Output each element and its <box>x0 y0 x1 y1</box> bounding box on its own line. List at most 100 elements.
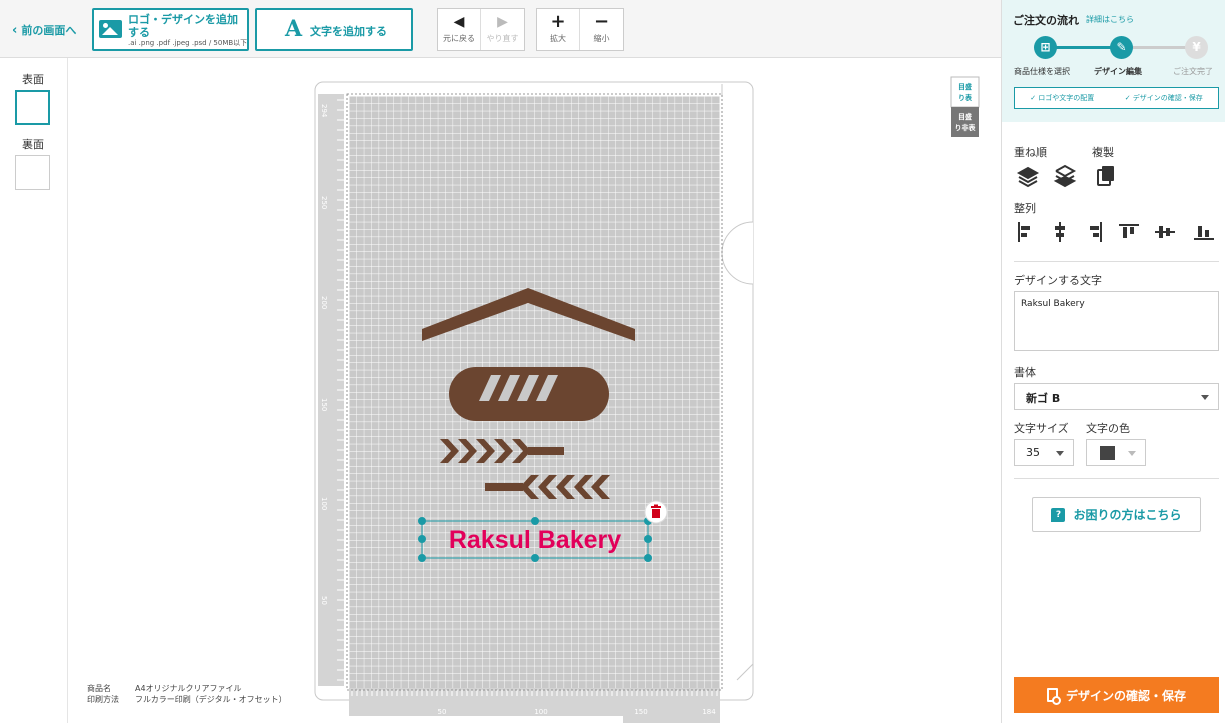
font-select-value: 新ゴ B <box>1026 392 1061 405</box>
back-side-thumbnail[interactable] <box>15 155 50 190</box>
flow-detail-link[interactable]: 詳細はこちら <box>1086 14 1134 25</box>
delete-object-button[interactable] <box>644 500 668 524</box>
guide-show-button[interactable] <box>950 76 980 108</box>
add-text-label: 文字を追加する <box>310 25 387 38</box>
align-center-icon <box>1055 222 1065 242</box>
front-side-label: 表面 <box>22 73 44 86</box>
undo-label: 元に戻る <box>443 34 475 43</box>
product-name-value: A4オリジナルクリアファイル <box>135 684 242 693</box>
divider <box>1014 261 1219 262</box>
duplicate-label: 複製 <box>1092 146 1114 159</box>
ruler-tick-label: 50 <box>438 708 447 716</box>
product-info: 商品名 A4オリジナルクリアファイル 印刷方法 フルカラー印刷（デジタル・オフセット… <box>87 683 287 705</box>
confirm-save-button[interactable]: デザインの確認・保存 <box>1014 677 1219 713</box>
guide-toggle[interactable]: 目盛 り表 目盛 り非表 <box>950 76 980 137</box>
product-name-label: 商品名 <box>87 684 111 693</box>
print-method-value: フルカラー印刷（デジタル・オフセット） <box>135 695 287 704</box>
back-label: 前の画面へ <box>21 24 77 37</box>
guide-hide-button[interactable] <box>951 107 979 137</box>
ruler-tick-label: 200 <box>320 296 328 309</box>
duplicate-button[interactable] <box>1094 164 1118 188</box>
image-icon <box>99 20 122 38</box>
redo-label: やり直す <box>486 34 519 43</box>
add-text-button[interactable]: A 文字を追加する <box>255 8 413 51</box>
design-canvas-area: 294 250 200 150 100 50 50 100 150 184 Ra… <box>69 58 1001 723</box>
font-label: 書体 <box>1014 366 1036 379</box>
help-button-label: お困りの方はこちら <box>1073 508 1182 522</box>
zoom-in-button[interactable]: + 拡大 <box>537 9 580 50</box>
zoom-out-label: 縮小 <box>593 34 610 43</box>
undo-button[interactable]: ◀ 元に戻る <box>438 9 481 50</box>
align-center-button[interactable] <box>1048 220 1072 244</box>
edit-panel: ご注文の流れ 詳細はこちら ⊞ ✎ ¥ 商品仕様を選択 デザイン編集 ご注文完了… <box>1001 0 1225 723</box>
minus-icon: − <box>593 11 610 32</box>
back-link[interactable]: ‹ 前の画面へ <box>12 22 76 38</box>
top-toolbar: ‹ 前の画面へ ロゴ・デザインを追加する .ai .png .pdf .jpeg… <box>0 0 1001 58</box>
add-logo-button[interactable]: ロゴ・デザインを追加する .ai .png .pdf .jpeg .psd / … <box>92 8 249 51</box>
file-format-note: .ai .png .pdf .jpeg .psd / 50MB以下 <box>128 39 248 47</box>
chevron-down-icon <box>1201 395 1209 400</box>
bring-forward-button[interactable] <box>1016 164 1040 188</box>
plus-icon: + <box>550 11 566 32</box>
ruler-tick-label: 250 <box>320 196 328 209</box>
design-text-input[interactable]: Raksul Bakery <box>1014 291 1219 351</box>
text-color-select[interactable] <box>1086 439 1146 466</box>
step-label: ご注文完了 <box>1173 67 1213 76</box>
design-canvas: 29425020015010050 50 100 150 184 Raksul … <box>314 76 980 723</box>
text-a-icon: A <box>285 16 303 42</box>
align-label: 整列 <box>1014 202 1036 215</box>
layers-up-icon <box>1016 166 1040 188</box>
help-button[interactable]: ? お困りの方はこちら <box>1032 497 1201 532</box>
back-side-label: 裏面 <box>22 138 44 151</box>
chevron-left-icon: ‹ <box>12 22 18 38</box>
align-top-button[interactable] <box>1117 220 1141 244</box>
font-size-value: 35 <box>1026 446 1040 459</box>
step-label: デザイン編集 <box>1094 67 1142 76</box>
redo-icon: ▶ <box>497 14 508 30</box>
ruler-tick-label: 150 <box>634 708 647 716</box>
svg-text:目盛: 目盛 <box>958 112 972 121</box>
align-right-button[interactable] <box>1081 220 1105 244</box>
undo-icon: ◀ <box>453 14 465 30</box>
align-left-icon <box>1018 222 1030 242</box>
send-backward-button[interactable] <box>1053 164 1077 188</box>
design-text-label: デザインする文字 <box>1014 274 1102 287</box>
text-element-raksul-bakery[interactable]: Raksul Bakery <box>449 526 621 554</box>
ruler-tick-label: 100 <box>320 497 328 510</box>
front-side-thumbnail[interactable] <box>15 90 50 125</box>
align-top-icon <box>1119 224 1139 238</box>
ruler-tick-label: 184 <box>702 708 716 716</box>
svg-text:り表: り表 <box>958 93 973 102</box>
align-left-button[interactable] <box>1015 220 1039 244</box>
ruler-tick-label: 50 <box>320 596 328 605</box>
chevron-down-icon <box>1128 451 1136 456</box>
align-bottom-button[interactable] <box>1192 220 1216 244</box>
substep-item: ✓ デザインの確認・保存 <box>1124 94 1203 102</box>
ruler-tick-label: 100 <box>534 708 547 716</box>
order-flow: ご注文の流れ 詳細はこちら ⊞ ✎ ¥ 商品仕様を選択 デザイン編集 ご注文完了… <box>1002 0 1225 122</box>
align-middle-icon <box>1155 226 1175 238</box>
pencil-icon: ✎ <box>1110 36 1133 59</box>
copy-icon <box>1097 166 1114 186</box>
history-group: ◀ 元に戻る ▶ やり直す <box>437 8 525 51</box>
align-bottom-icon <box>1194 226 1214 240</box>
font-size-label: 文字サイズ <box>1014 422 1069 435</box>
zoom-out-button[interactable]: − 縮小 <box>580 9 623 50</box>
zoom-group: + 拡大 − 縮小 <box>536 8 624 51</box>
svg-text:目盛: 目盛 <box>958 82 972 91</box>
yen-icon: ¥ <box>1185 36 1208 59</box>
help-icon: ? <box>1051 507 1066 522</box>
redo-button[interactable]: ▶ やり直す <box>481 9 524 50</box>
font-select[interactable]: 新ゴ B <box>1014 383 1219 410</box>
step-label: 商品仕様を選択 <box>1014 67 1070 76</box>
svg-text:り非表: り非表 <box>955 123 977 132</box>
confirm-save-label: デザインの確認・保存 <box>1065 688 1186 703</box>
order-flow-title: ご注文の流れ <box>1013 14 1079 27</box>
divider <box>1014 478 1219 479</box>
substep-item: ✓ ロゴや文字の配置 <box>1030 94 1095 102</box>
align-right-icon <box>1090 222 1102 242</box>
text-color-label: 文字の色 <box>1086 422 1130 435</box>
font-size-select[interactable]: 35 <box>1014 439 1074 466</box>
layers-down-icon <box>1053 164 1077 188</box>
align-middle-button[interactable] <box>1153 220 1177 244</box>
